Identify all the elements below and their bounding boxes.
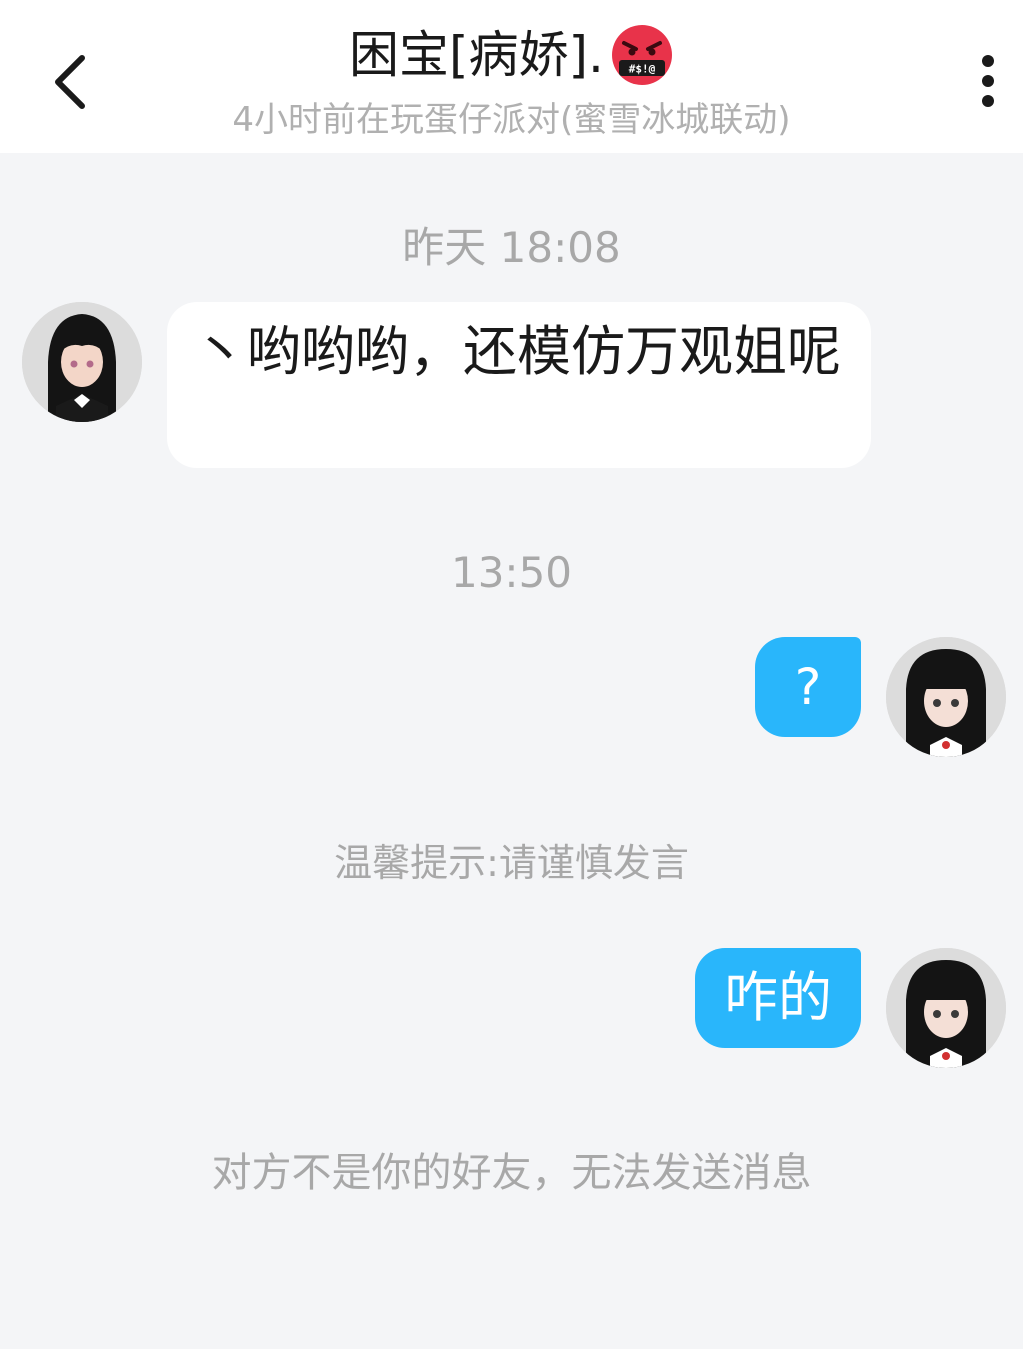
title-container: 困宝[病娇]. #$!@ (0, 22, 1023, 88)
contact-avatar[interactable] (22, 302, 142, 422)
timestamp: 昨天 18:08 (402, 223, 621, 272)
contact-name[interactable]: 困宝[病娇]. #$!@ (349, 22, 674, 88)
incoming-message-bubble[interactable]: 丶哟哟哟，还模仿万观姐呢 (167, 302, 871, 468)
more-options-button[interactable] (968, 52, 1008, 112)
emoji-symbols: #$!@ (629, 63, 656, 76)
chat-header: 困宝[病娇]. #$!@ 4小时前在玩蛋仔派对(蜜雪冰城联动) (0, 0, 1023, 153)
contact-status: 4小时前在玩蛋仔派对(蜜雪冰城联动) (232, 100, 791, 140)
anime-girl-avatar-icon (22, 302, 142, 422)
outgoing-message-bubble[interactable]: ? (755, 637, 861, 737)
vertical-dots-icon (982, 55, 994, 107)
anime-girl-avatar-icon (886, 637, 1006, 757)
system-notice: 对方不是你的好友，无法发送消息 (211, 1150, 812, 1196)
my-avatar[interactable] (886, 948, 1006, 1068)
anime-girl-avatar-icon (886, 948, 1006, 1068)
swearing-face-icon: #$!@ (611, 25, 672, 85)
contact-name-text: 困宝[病娇]. (349, 26, 604, 84)
timestamp: 13:50 (450, 548, 573, 597)
my-avatar[interactable] (886, 637, 1006, 757)
system-notice: 温馨提示:请谨慎发言 (334, 841, 689, 885)
outgoing-message-bubble[interactable]: 咋的 (695, 948, 861, 1048)
